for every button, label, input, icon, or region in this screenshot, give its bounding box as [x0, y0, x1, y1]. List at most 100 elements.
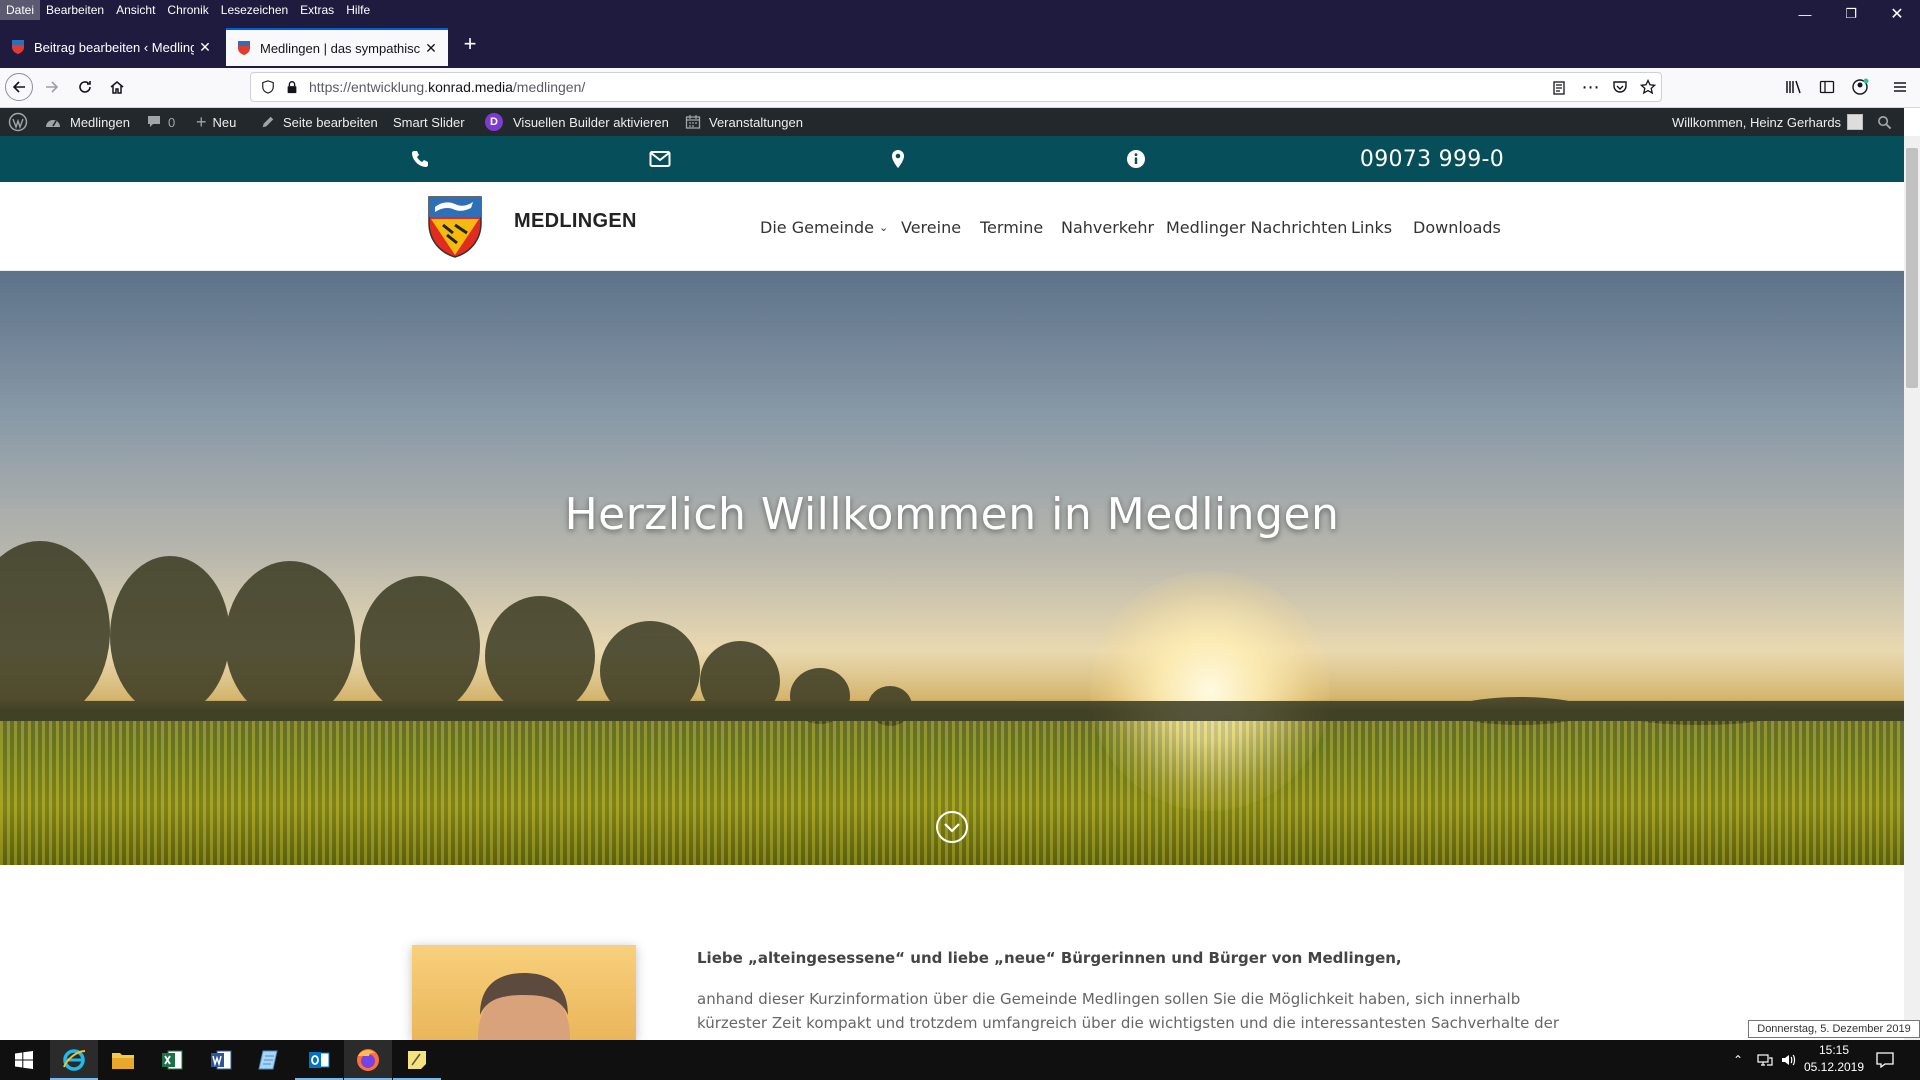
library-button[interactable]	[1779, 72, 1809, 102]
sidebar-icon	[1819, 80, 1835, 94]
wp-events-menu[interactable]: Veranstaltungen	[685, 108, 803, 136]
outlook-icon	[309, 1052, 330, 1068]
lock-icon[interactable]	[285, 80, 299, 94]
avatar	[1847, 114, 1864, 130]
menu-item-bearbeiten[interactable]: Bearbeiten	[40, 0, 110, 20]
wp-logo-menu[interactable]	[8, 108, 28, 136]
home-button[interactable]	[102, 72, 132, 102]
wp-events-label: Veranstaltungen	[709, 114, 803, 130]
app-menu-button[interactable]	[1885, 72, 1915, 102]
action-center-button[interactable]	[1876, 1040, 1894, 1080]
nav-item-medlinger-nachrichten[interactable]: Medlinger Nachrichten	[1166, 218, 1347, 237]
tab-edit-post[interactable]: Beitrag bearbeiten ‹ Medlingen ✕	[0, 28, 222, 66]
wp-account-menu[interactable]: Willkommen, Heinz Gerhards	[1672, 108, 1864, 136]
taskbar-firefox[interactable]	[344, 1040, 392, 1080]
dashboard-gauge-icon	[46, 120, 60, 127]
calendar-icon	[685, 115, 701, 129]
envelope-icon	[649, 151, 671, 167]
forward-button[interactable]	[37, 72, 67, 102]
wp-new-menu[interactable]: + Neu	[196, 108, 236, 136]
nav-item-vereine[interactable]: Vereine	[901, 218, 961, 237]
taskbar-notes-app[interactable]	[246, 1040, 294, 1080]
pocket-button[interactable]	[1605, 72, 1635, 102]
tab-medlingen[interactable]: Medlingen | das sympathische ✕	[226, 28, 448, 66]
greeting-heading: Liebe „alteingesessene“ und liebe „neue“…	[697, 949, 1402, 967]
map-marker-icon	[892, 150, 904, 168]
contact-info-link[interactable]	[1116, 136, 1156, 182]
nav-item-links[interactable]: Links	[1351, 218, 1392, 237]
menu-item-ansicht[interactable]: Ansicht	[110, 0, 161, 20]
menu-item-extras[interactable]: Extras	[294, 0, 340, 20]
page-actions-button[interactable]: ⋯	[1576, 72, 1606, 102]
contact-email-link[interactable]	[640, 136, 680, 182]
contact-phone-link[interactable]	[400, 136, 440, 182]
comment-bubble-icon	[148, 116, 160, 127]
taskbar-file-explorer[interactable]	[99, 1040, 147, 1080]
hero-banner: Herzlich Willkommen in Medlingen	[0, 271, 1904, 865]
sidebar-button[interactable]	[1812, 72, 1842, 102]
menu-item-lesezeichen[interactable]: Lesezeichen	[215, 0, 294, 20]
network-icon	[1757, 1054, 1773, 1066]
reader-view-icon[interactable]	[1551, 80, 1567, 96]
address-bar[interactable]: https://entwicklung.konrad.media/medling…	[250, 72, 1662, 102]
divi-icon: D	[485, 113, 503, 131]
taskbar-sticky-notes[interactable]	[393, 1040, 441, 1080]
tab-bar: Beitrag bearbeiten ‹ Medlingen ✕ Medling…	[0, 20, 1920, 68]
taskbar-clock[interactable]: 15:15 05.12.2019	[1784, 1042, 1884, 1076]
nav-item-nahverkehr[interactable]: Nahverkehr	[1061, 218, 1154, 237]
wp-site-menu[interactable]: Medlingen	[44, 108, 130, 136]
site-header: MEDLINGEN Die Gemeinde ⌄ Vereine Termine…	[0, 182, 1904, 271]
wp-search-button[interactable]	[1877, 108, 1892, 136]
plus-icon: +	[196, 111, 207, 132]
back-button[interactable]	[5, 73, 33, 101]
start-button[interactable]	[0, 1040, 48, 1080]
clock-time: 15:15	[1818, 1043, 1850, 1057]
nav-item-die-gemeinde[interactable]: Die Gemeinde ⌄	[760, 218, 888, 237]
tab-close-icon[interactable]: ✕	[420, 40, 442, 57]
medlingen-favicon	[12, 40, 24, 54]
url-text: https://entwicklung.konrad.media/medling…	[309, 79, 586, 95]
account-button[interactable]	[1845, 72, 1875, 102]
wp-site-name: Medlingen	[70, 114, 130, 130]
wp-visual-builder-link[interactable]: D Visuellen Builder aktivieren	[485, 108, 669, 136]
mayor-portrait-image	[412, 945, 636, 1040]
wp-visual-builder-label: Visuellen Builder aktivieren	[513, 114, 669, 130]
taskbar-internet-explorer[interactable]	[50, 1040, 98, 1080]
word-icon	[211, 1050, 232, 1070]
new-tab-button[interactable]: +	[456, 30, 484, 58]
tree-line-silhouette	[0, 541, 1904, 726]
intro-paragraph-line: kürzester Zeit kompakt und trotzdem umfa…	[697, 1014, 1560, 1032]
sticky-note-icon	[408, 1051, 426, 1069]
tab-close-icon[interactable]: ✕	[194, 39, 216, 56]
wp-edit-page-link[interactable]: Seite bearbeiten	[261, 108, 378, 136]
scroll-down-button[interactable]	[935, 810, 969, 844]
nav-item-termine[interactable]: Termine	[980, 218, 1043, 237]
taskbar-outlook[interactable]	[295, 1040, 343, 1080]
star-icon	[1640, 79, 1656, 95]
contact-location-link[interactable]	[878, 136, 918, 182]
tray-overflow-button[interactable]: ⌃	[1733, 1040, 1743, 1080]
navigation-toolbar: https://entwicklung.konrad.media/medling…	[0, 68, 1920, 108]
menu-item-chronik[interactable]: Chronik	[161, 0, 214, 20]
medlingen-favicon	[238, 41, 250, 55]
taskbar-word[interactable]	[197, 1040, 245, 1080]
tracking-shield-icon[interactable]	[261, 80, 275, 94]
bookmark-star-button[interactable]	[1633, 72, 1663, 102]
wp-smart-slider-link[interactable]: Smart Slider	[393, 108, 465, 136]
reload-icon	[79, 81, 91, 93]
taskbar-excel[interactable]	[148, 1040, 196, 1080]
contact-phone-number[interactable]: 09073 999-0	[1352, 136, 1512, 182]
wp-comments-link[interactable]: 0	[146, 108, 175, 136]
nav-item-downloads[interactable]: Downloads	[1413, 218, 1501, 237]
menu-item-hilfe[interactable]: Hilfe	[340, 0, 376, 20]
pocket-icon	[1613, 81, 1627, 93]
reload-button[interactable]	[70, 72, 100, 102]
intro-paragraph-line: anhand dieser Kurzinformation über die G…	[697, 990, 1521, 1008]
internet-explorer-icon	[63, 1049, 86, 1071]
tray-network-icon[interactable]	[1757, 1040, 1773, 1080]
main-navigation: Die Gemeinde ⌄ Vereine Termine Nahverkeh…	[0, 218, 1904, 242]
scrollbar-thumb[interactable]	[1906, 148, 1918, 388]
wp-new-label: Neu	[212, 114, 237, 130]
tab-title: Medlingen | das sympathische	[260, 40, 420, 56]
menu-item-datei[interactable]: Datei	[0, 0, 41, 20]
